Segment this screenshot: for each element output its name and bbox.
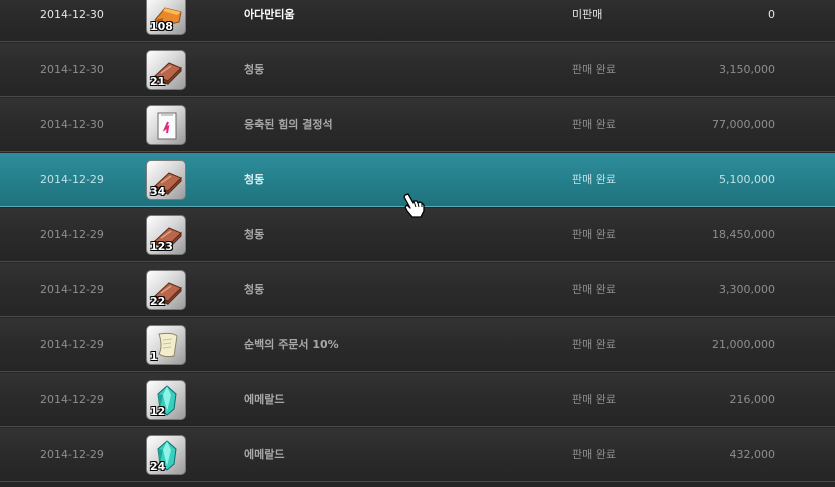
item-name: 에메랄드 (244, 448, 285, 461)
item-quantity: 108 (150, 20, 173, 33)
sale-date: 2014-12-30 (40, 8, 104, 21)
table-row[interactable]: 2014-12-30 108 아다만티움 미판매 0 (0, 0, 835, 42)
sale-price: 3,300,000 (719, 283, 775, 296)
item-name: 아다만티움 (244, 8, 295, 21)
sale-date: 2014-12-29 (40, 393, 104, 406)
table-row[interactable]: 2014-12-29 24 에메랄드 판매 완료 432,000 (0, 428, 835, 482)
item-name: 청동 (244, 173, 265, 186)
sale-date: 2014-12-29 (40, 448, 104, 461)
item-name: 청동 (244, 63, 265, 76)
item-name: 응축된 힘의 결정석 (244, 118, 333, 131)
sale-date: 2014-12-29 (40, 228, 104, 241)
item-name: 에메랄드 (244, 393, 285, 406)
item-quantity: 123 (150, 240, 173, 253)
item-quantity: 24 (150, 460, 166, 473)
sale-status: 판매 완료 (572, 283, 616, 296)
bronze-plate-icon[interactable]: 123 (146, 215, 186, 255)
bronze-plate-icon[interactable]: 22 (146, 270, 186, 310)
sale-price: 0 (768, 8, 775, 21)
sale-price: 216,000 (729, 393, 776, 406)
table-row[interactable]: 2014-12-29 1 순백의 주문서 10% 판매 완료 21,000,000 (0, 318, 835, 372)
sale-date: 2014-12-30 (40, 118, 104, 131)
table-row[interactable]: 2014-12-29 12 에메랄드 판매 완료 216,000 (0, 373, 835, 427)
item-quantity: 22 (150, 295, 166, 308)
emerald-icon[interactable]: 12 (146, 380, 186, 420)
bronze-plate-icon[interactable]: 34 (146, 160, 186, 200)
sale-price: 21,000,000 (712, 338, 775, 351)
sale-date: 2014-12-29 (40, 173, 104, 186)
sale-status: 판매 완료 (572, 173, 616, 186)
sale-date: 2014-12-29 (40, 338, 104, 351)
sale-price: 18,450,000 (712, 228, 775, 241)
item-quantity: 21 (150, 75, 166, 88)
sale-status: 미판매 (572, 8, 603, 21)
table-row[interactable]: 2014-12-30 21 청동 판매 완료 3,150,000 (0, 43, 835, 97)
sale-price: 5,100,000 (719, 173, 775, 186)
sale-status: 판매 완료 (572, 118, 616, 131)
scroll-icon[interactable]: 1 (146, 325, 186, 365)
item-name: 청동 (244, 283, 265, 296)
emerald-icon[interactable]: 24 (146, 435, 186, 475)
bronze-plate-icon[interactable]: 21 (146, 50, 186, 90)
sale-status: 판매 완료 (572, 448, 616, 461)
sale-status: 판매 완료 (572, 393, 616, 406)
item-quantity: 12 (150, 405, 166, 418)
crystal-scroll-icon[interactable] (146, 105, 186, 145)
item-quantity: 34 (150, 185, 166, 198)
sale-status: 판매 완료 (572, 63, 616, 76)
adamantium-ore-icon[interactable]: 108 (146, 0, 186, 35)
sale-date: 2014-12-29 (40, 283, 104, 296)
sale-price: 3,150,000 (719, 63, 775, 76)
sale-price: 77,000,000 (712, 118, 775, 131)
table-row[interactable]: 2014-12-29 22 청동 판매 완료 3,300,000 (0, 263, 835, 317)
sale-history-list: 2014-12-30 108 아다만티움 미판매 0 2014-12-30 21 청동 판매 완… (0, 0, 835, 487)
table-row[interactable]: 2014-12-30 응축된 힘의 결정석 판매 완료 77,000,000 (0, 98, 835, 152)
item-quantity: 1 (150, 350, 158, 363)
item-name: 청동 (244, 228, 265, 241)
hand-cursor-icon (403, 193, 425, 218)
sale-status: 판매 완료 (572, 228, 616, 241)
sale-price: 432,000 (729, 448, 776, 461)
sale-date: 2014-12-30 (40, 63, 104, 76)
sale-status: 판매 완료 (572, 338, 616, 351)
item-name: 순백의 주문서 10% (244, 338, 339, 351)
